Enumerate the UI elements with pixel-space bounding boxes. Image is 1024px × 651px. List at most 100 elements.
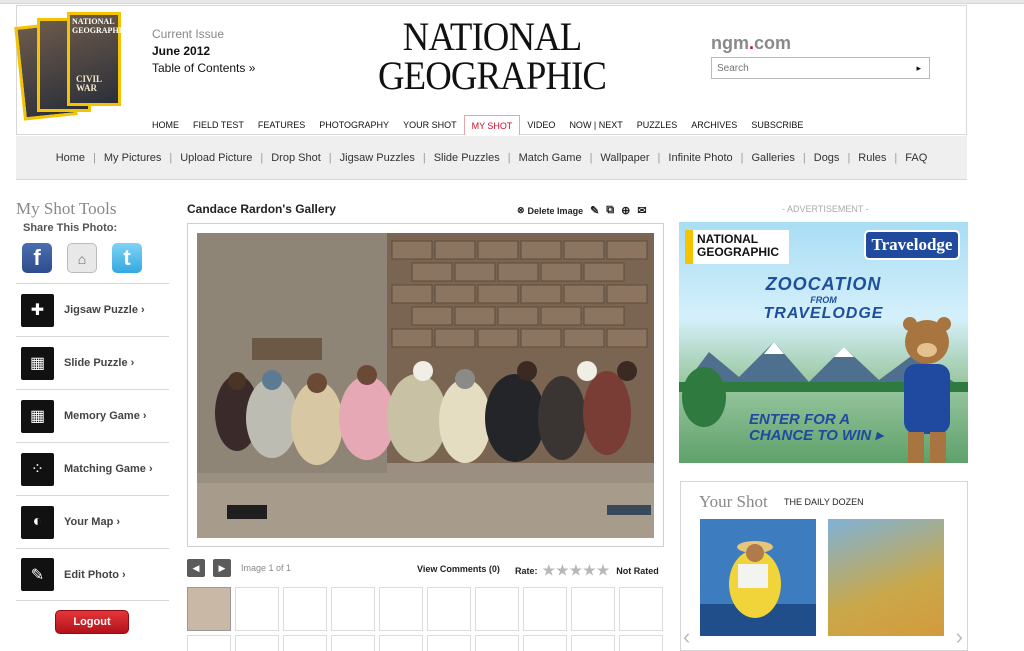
twitter-glyph: t	[123, 245, 131, 270]
zoom-icon[interactable]: ⊕	[621, 204, 630, 217]
ad-tree	[682, 367, 726, 427]
main-nav-item[interactable]: VIDEO	[520, 115, 562, 135]
sub-nav-item[interactable]: FAQ	[905, 152, 927, 164]
main-nav-item[interactable]: HOME	[145, 115, 186, 135]
sub-nav-separator: |	[894, 151, 898, 164]
ad-ng-logo: NATIONAL GEOGRAPHIC	[685, 230, 789, 264]
twitter-icon[interactable]: t	[112, 243, 142, 273]
thumbnail-selected[interactable]	[187, 587, 231, 631]
main-photo[interactable]	[197, 233, 654, 538]
sub-nav-item[interactable]: Wallpaper	[600, 152, 649, 164]
sub-nav-separator: |	[422, 151, 426, 164]
site-header: NATIONAL GEOGRAPHIC CIVIL WAR Current Is…	[14, 5, 967, 135]
main-nav-item[interactable]: FIELD TEST	[186, 115, 251, 135]
sub-nav-separator: |	[169, 151, 173, 164]
main-nav-item[interactable]: MY SHOT	[463, 115, 521, 135]
magazine-cover-current[interactable]: NATIONAL GEOGRAPHIC CIVIL WAR	[67, 12, 128, 106]
delete-icon[interactable]: ⊗	[517, 205, 525, 216]
view-comments-link[interactable]: View Comments (0)	[417, 564, 500, 574]
sub-nav-item[interactable]: Match Game	[519, 152, 582, 164]
ad-ng-line2: GEOGRAPHIC	[697, 245, 780, 259]
travelodge-ad[interactable]: NATIONAL GEOGRAPHIC Travelodge ZOOCATION…	[679, 222, 968, 463]
daily-dozen-photo[interactable]	[828, 519, 944, 636]
thumbnail-slot	[331, 587, 375, 631]
thumbnail-slot	[571, 635, 615, 651]
thumbnail-slot	[571, 587, 615, 631]
main-nav-item[interactable]: FEATURES	[251, 115, 312, 135]
tool-item[interactable]: ▦ Memory Game ›	[16, 389, 169, 442]
sub-nav-item[interactable]: My Pictures	[104, 152, 161, 164]
sub-nav-separator: |	[847, 151, 851, 164]
tool-item[interactable]: ✚ Jigsaw Puzzle ›	[16, 283, 169, 336]
sub-nav-item[interactable]: Dogs	[814, 152, 840, 164]
thumbnail-slot	[619, 635, 663, 651]
delete-image-link[interactable]: Delete Image	[528, 206, 584, 216]
edit-photo-icon: ✎	[21, 558, 54, 591]
your-shot-subtitle: THE DAILY DOZEN	[784, 497, 864, 507]
tool-label: Slide Puzzle ›	[64, 357, 135, 369]
tool-label: Matching Game ›	[64, 463, 153, 475]
browser-top-edge	[0, 0, 1024, 4]
email-icon[interactable]: ✉	[637, 204, 646, 217]
carousel-next-icon[interactable]: ›	[956, 624, 963, 650]
facebook-icon[interactable]: f	[22, 243, 52, 273]
sub-nav-separator: |	[507, 151, 511, 164]
thumbnail-slot	[379, 635, 423, 651]
advertisement-label: - ADVERTISEMENT -	[782, 204, 869, 214]
photo-frame	[187, 223, 664, 547]
sub-nav-item[interactable]: Slide Puzzles	[434, 152, 500, 164]
main-nav-item[interactable]: YOUR SHOT	[396, 115, 464, 135]
toc-link[interactable]: Table of Contents »	[152, 60, 255, 77]
image-count: Image 1 of 1	[241, 563, 292, 573]
site-logo[interactable]: NATIONAL GEOGRAPHIC	[367, 14, 617, 98]
copy-icon[interactable]: ⧉	[606, 204, 614, 217]
daily-dozen-photo[interactable]	[700, 519, 816, 636]
sub-nav-item[interactable]: Upload Picture	[180, 152, 252, 164]
share-icon[interactable]: ⌂	[67, 243, 97, 273]
main-nav-item[interactable]: NOW | NEXT	[562, 115, 629, 135]
tools-list: ✚ Jigsaw Puzzle › ▦ Slide Puzzle › ▦ Memory G…	[16, 283, 169, 601]
tool-item[interactable]: ▦ Slide Puzzle ›	[16, 336, 169, 389]
rating-stars[interactable]: ★★★★★	[543, 562, 611, 579]
main-nav-item[interactable]: PUZZLES	[630, 115, 685, 135]
sub-nav-item[interactable]: Drop Shot	[271, 152, 321, 164]
thumbnail-slot	[379, 587, 423, 631]
carousel-prev-icon[interactable]: ‹	[683, 624, 690, 650]
thumbnail-slot	[235, 587, 279, 631]
search-input[interactable]	[712, 60, 902, 77]
tool-item[interactable]: ✎ Edit Photo ›	[16, 548, 169, 601]
sub-nav-item[interactable]: Rules	[858, 152, 886, 164]
issue-date[interactable]: June 2012	[152, 43, 255, 60]
main-nav-item[interactable]: SUBSCRIBE	[744, 115, 810, 135]
sub-nav-separator: |	[740, 151, 744, 164]
daily-dozen-illustration	[700, 519, 816, 636]
logo-line1: NATIONAL	[402, 14, 583, 59]
main-nav-item[interactable]: ARCHIVES	[684, 115, 744, 135]
search-go-icon[interactable]: ▸	[916, 63, 921, 74]
tool-item[interactable]: ⁘ Matching Game ›	[16, 442, 169, 495]
ad-cta: ENTER FOR A CHANCE TO WIN ▸	[749, 412, 883, 444]
ad-cta-2: CHANCE TO WIN ▸	[749, 427, 883, 444]
sub-nav-item[interactable]: Infinite Photo	[668, 152, 732, 164]
ngm-link[interactable]: ngm.com	[711, 33, 791, 54]
edit-icon[interactable]: ✎	[590, 204, 599, 217]
magazine-covers[interactable]: NATIONAL GEOGRAPHIC CIVIL WAR	[14, 10, 145, 121]
next-image-button[interactable]: ▶	[213, 559, 231, 577]
tool-label: Memory Game ›	[64, 410, 147, 422]
logo-line2: GEOGRAPHIC	[378, 53, 607, 98]
thumbnail-slot	[619, 587, 663, 631]
main-nav-item[interactable]: PHOTOGRAPHY	[312, 115, 396, 135]
thumbnail-slot	[523, 635, 567, 651]
memory-game-icon: ▦	[21, 399, 54, 433]
logout-button[interactable]: Logout	[55, 610, 129, 634]
sub-nav-item[interactable]: Jigsaw Puzzles	[340, 152, 415, 164]
thumbnail-slot	[283, 635, 327, 651]
sub-nav-item[interactable]: Home	[56, 152, 85, 164]
tool-item[interactable]: ◐ Your Map ›	[16, 495, 169, 548]
gallery-actions: ⊗ Delete Image ✎ ⧉ ⊕ ✉	[517, 204, 647, 217]
sub-nav-item[interactable]: Galleries	[751, 152, 794, 164]
travelodge-logo: Travelodge	[864, 230, 960, 260]
prev-image-button[interactable]: ◀	[187, 559, 205, 577]
slide-puzzle-icon: ▦	[21, 346, 54, 380]
image-pager: ◀ ▶ Image 1 of 1	[187, 559, 291, 577]
